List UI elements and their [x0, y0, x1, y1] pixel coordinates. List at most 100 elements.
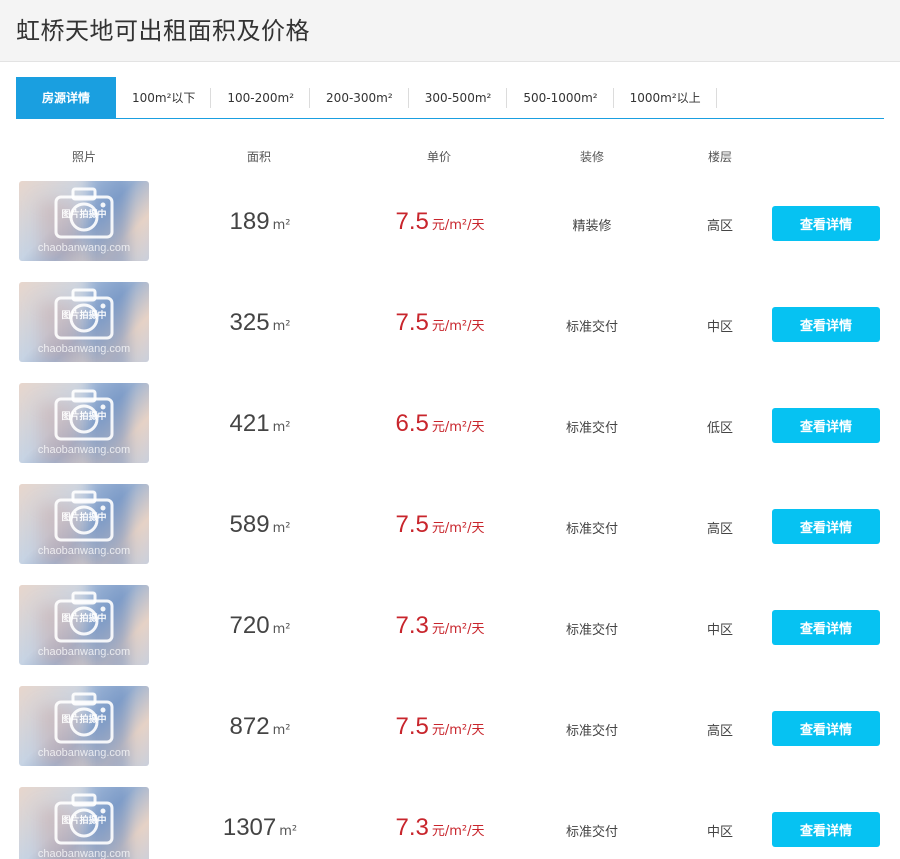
price-unit: 元/m²/天	[431, 622, 485, 637]
photo-pending-label: 图片拍摄中	[61, 816, 107, 826]
column-header-price: 单价	[426, 150, 451, 164]
table-row: 图片拍摄中 chaobanwang.com 325 m² 7.5 元/m²/天 标准…	[0, 282, 900, 383]
area-unit: m²	[272, 319, 291, 334]
view-details-button[interactable]: 查看详情	[772, 408, 880, 443]
price-unit: 元/m²/天	[431, 218, 485, 233]
view-details-button[interactable]: 查看详情	[772, 711, 880, 746]
price-value: 6.5 元/m²/天	[360, 410, 520, 438]
area-value: 421 m²	[180, 410, 340, 438]
tab-over-1000[interactable]: 1000m²以上	[614, 77, 717, 118]
decoration-value: 标准交付	[565, 320, 618, 335]
photo-pending-label: 图片拍摄中	[61, 513, 107, 523]
table-header: 照片 面积 单价 装修 楼层	[0, 146, 900, 168]
listing-photo[interactable]: 图片拍摄中 chaobanwang.com	[19, 686, 149, 766]
decoration-value: 标准交付	[565, 623, 618, 638]
price-unit: 元/m²/天	[431, 824, 485, 839]
view-details-button[interactable]: 查看详情	[772, 610, 880, 645]
photo-pending-label: 图片拍摄中	[61, 311, 107, 321]
table-row: 图片拍摄中 chaobanwang.com 1307 m² 7.3 元/m²/天 标…	[0, 787, 900, 859]
photo-watermark: chaobanwang.com	[37, 646, 131, 658]
tab-listing-details[interactable]: 房源详情	[16, 77, 116, 118]
photo-watermark: chaobanwang.com	[37, 545, 131, 557]
area-unit: m²	[272, 521, 291, 536]
area-unit: m²	[272, 622, 291, 637]
column-header-photo: 照片	[71, 150, 96, 164]
price-value: 7.5 元/m²/天	[360, 208, 520, 236]
area-value: 189 m²	[180, 208, 340, 236]
column-header-floor: 楼层	[707, 150, 732, 164]
area-unit: m²	[279, 824, 298, 839]
floor-value: 高区	[706, 219, 733, 234]
area-value: 1307 m²	[180, 814, 340, 842]
photo-watermark: chaobanwang.com	[37, 343, 131, 355]
area-number: 589	[229, 511, 270, 538]
listing-photo[interactable]: 图片拍摄中 chaobanwang.com	[19, 585, 149, 665]
floor-value: 中区	[706, 825, 733, 840]
listing-photo[interactable]: 图片拍摄中 chaobanwang.com	[19, 484, 149, 564]
floor-value: 高区	[706, 724, 733, 739]
tab-500-1000[interactable]: 500-1000m²	[507, 77, 614, 118]
photo-watermark: chaobanwang.com	[37, 242, 131, 254]
area-number: 421	[229, 410, 270, 437]
price-unit: 元/m²/天	[431, 319, 485, 334]
area-number: 720	[229, 612, 270, 639]
photo-watermark: chaobanwang.com	[37, 444, 131, 456]
photo-pending-label: 图片拍摄中	[61, 210, 107, 220]
price-unit: 元/m²/天	[431, 420, 485, 435]
listing-photo[interactable]: 图片拍摄中 chaobanwang.com	[19, 181, 149, 261]
page-title: 虹桥天地可出租面积及价格	[16, 17, 310, 45]
view-details-button[interactable]: 查看详情	[772, 509, 880, 544]
price-number: 7.5	[395, 309, 429, 336]
listing-photo[interactable]: 图片拍摄中 chaobanwang.com	[19, 282, 149, 362]
area-value: 720 m²	[180, 612, 340, 640]
photo-watermark: chaobanwang.com	[37, 747, 131, 759]
area-number: 325	[229, 309, 270, 336]
price-number: 7.5	[395, 511, 429, 538]
decoration-value: 标准交付	[565, 522, 618, 537]
floor-value: 低区	[706, 421, 733, 436]
table-row: 图片拍摄中 chaobanwang.com 189 m² 7.5 元/m²/天 精装…	[0, 181, 900, 282]
column-header-area: 面积	[246, 150, 271, 164]
decoration-value: 标准交付	[565, 724, 618, 739]
price-number: 7.5	[395, 208, 429, 235]
tab-100-200[interactable]: 100-200m²	[211, 77, 310, 118]
tab-300-500[interactable]: 300-500m²	[409, 77, 508, 118]
photo-pending-label: 图片拍摄中	[61, 614, 107, 624]
table-row: 图片拍摄中 chaobanwang.com 720 m² 7.3 元/m²/天 标准…	[0, 585, 900, 686]
table-row: 图片拍摄中 chaobanwang.com 421 m² 6.5 元/m²/天 标准…	[0, 383, 900, 484]
price-unit: 元/m²/天	[431, 521, 485, 536]
floor-value: 高区	[706, 522, 733, 537]
price-number: 7.5	[395, 713, 429, 740]
area-unit: m²	[272, 723, 291, 738]
price-value: 7.3 元/m²/天	[360, 814, 520, 842]
price-value: 7.5 元/m²/天	[360, 309, 520, 337]
photo-pending-label: 图片拍摄中	[61, 715, 107, 725]
photo-pending-label: 图片拍摄中	[61, 412, 107, 422]
decoration-value: 精装修	[572, 219, 612, 234]
price-value: 7.5 元/m²/天	[360, 713, 520, 741]
view-details-button[interactable]: 查看详情	[772, 812, 880, 847]
listing-photo[interactable]: 图片拍摄中 chaobanwang.com	[19, 787, 149, 859]
price-number: 7.3	[395, 612, 429, 639]
table-row: 图片拍摄中 chaobanwang.com 872 m² 7.5 元/m²/天 标准…	[0, 686, 900, 787]
listing-photo[interactable]: 图片拍摄中 chaobanwang.com	[19, 383, 149, 463]
floor-value: 中区	[706, 623, 733, 638]
price-value: 7.3 元/m²/天	[360, 612, 520, 640]
price-value: 7.5 元/m²/天	[360, 511, 520, 539]
view-details-button[interactable]: 查看详情	[772, 206, 880, 241]
price-number: 6.5	[395, 410, 429, 437]
listing-table: 图片拍摄中 chaobanwang.com 189 m² 7.5 元/m²/天 精装…	[0, 181, 900, 859]
view-details-button[interactable]: 查看详情	[772, 307, 880, 342]
area-value: 872 m²	[180, 713, 340, 741]
area-value: 325 m²	[180, 309, 340, 337]
column-header-decoration: 装修	[579, 150, 604, 164]
page-header: 虹桥天地可出租面积及价格	[0, 0, 900, 62]
area-unit: m²	[272, 218, 291, 233]
tab-under-100[interactable]: 100m²以下	[116, 77, 212, 118]
photo-watermark: chaobanwang.com	[37, 848, 131, 859]
filter-tabs: 房源详情 100m²以下 100-200m² 200-300m² 300-500…	[16, 77, 884, 119]
area-number: 1307	[222, 814, 277, 841]
tab-200-300[interactable]: 200-300m²	[310, 77, 409, 118]
price-unit: 元/m²/天	[431, 723, 485, 738]
decoration-value: 标准交付	[565, 825, 618, 840]
